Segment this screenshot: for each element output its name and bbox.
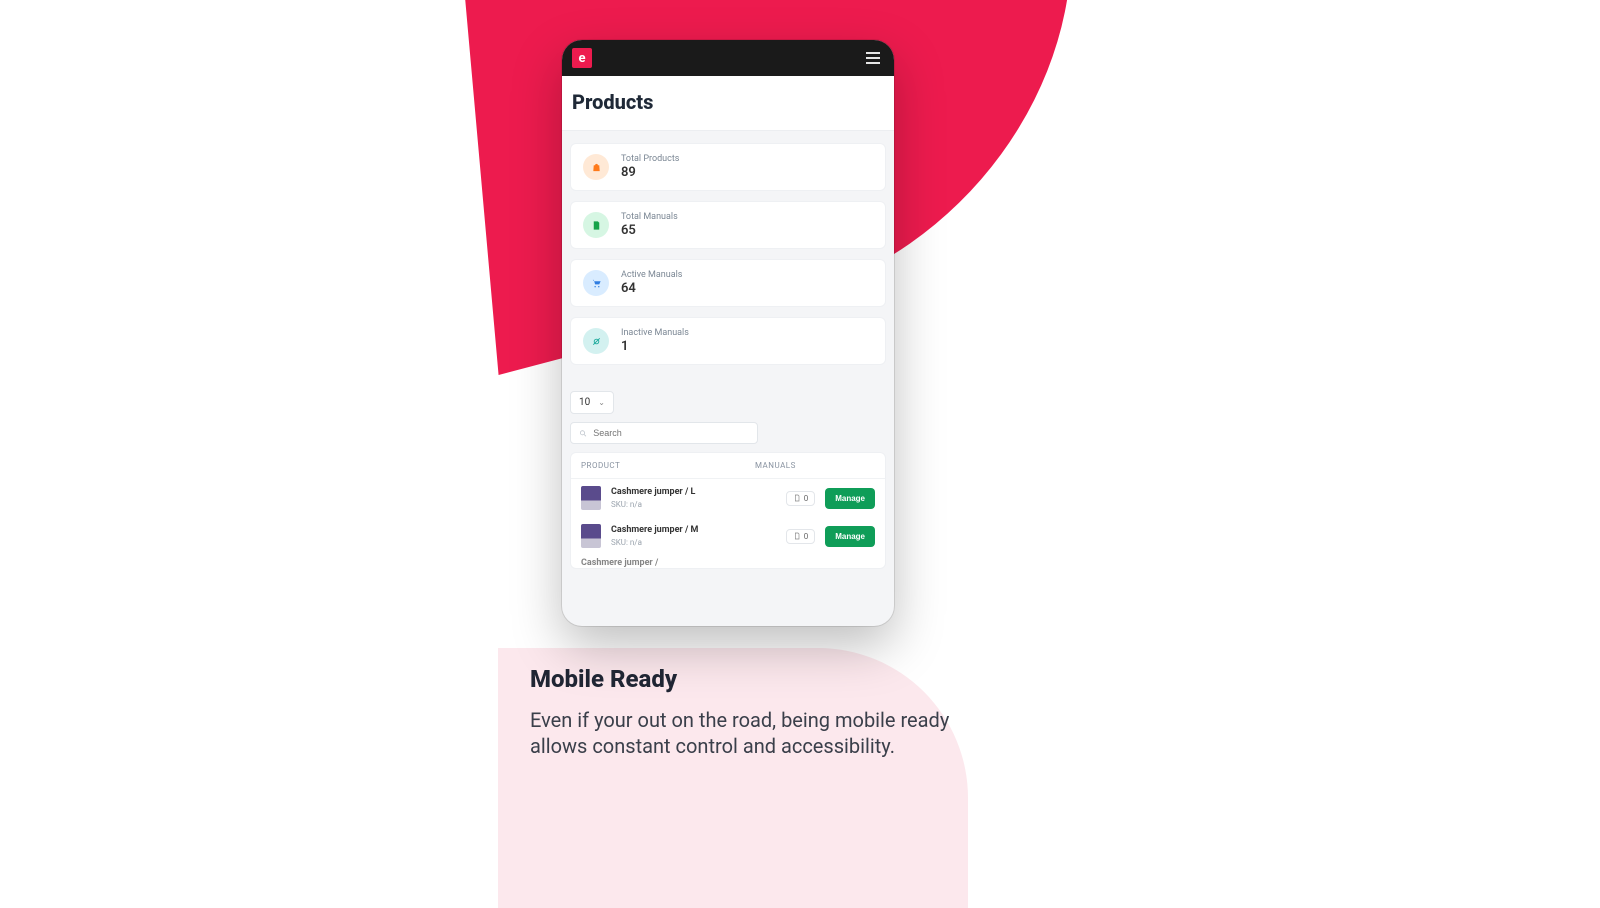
per-page-value: 10 — [579, 397, 590, 408]
manage-button[interactable]: Manage — [825, 526, 875, 547]
products-table: PRODUCT MANUALS Cashmere jumper / L SKU:… — [570, 452, 886, 569]
stat-active-manuals: Active Manuals 64 — [570, 259, 886, 307]
product-thumbnail — [581, 486, 601, 510]
manuals-count-badge: 0 — [786, 491, 816, 506]
product-name: Cashmere jumper / — [581, 558, 875, 568]
table-controls: 10 ⌄ — [570, 391, 886, 444]
marketing-block: Mobile Ready Even if your out on the roa… — [530, 665, 950, 760]
phone-frame: e Products Total Products 89 Total Manua… — [562, 40, 894, 626]
page-title: Products — [572, 90, 884, 114]
stat-label: Active Manuals — [621, 270, 682, 280]
product-sku: SKU: n/a — [611, 500, 776, 509]
marketing-body: Even if your out on the road, being mobi… — [530, 707, 950, 760]
search-icon — [579, 429, 587, 438]
stat-value: 65 — [621, 223, 678, 238]
manage-button[interactable]: Manage — [825, 488, 875, 509]
chevron-down-icon: ⌄ — [598, 398, 605, 407]
app-logo[interactable]: e — [572, 48, 592, 68]
stat-total-products: Total Products 89 — [570, 143, 886, 191]
col-manuals: MANUALS — [755, 461, 875, 470]
hamburger-menu-icon[interactable] — [862, 48, 884, 68]
page-header: Products — [562, 76, 894, 131]
cart-icon — [583, 270, 609, 296]
stat-value: 1 — [621, 339, 689, 354]
stat-total-manuals: Total Manuals 65 — [570, 201, 886, 249]
table-row-partial: Cashmere jumper / — [571, 555, 885, 568]
stat-value: 89 — [621, 165, 679, 180]
file-icon — [793, 494, 801, 502]
per-page-select[interactable]: 10 ⌄ — [570, 391, 614, 414]
product-name: Cashmere jumper / M — [611, 525, 701, 537]
table-row: Cashmere jumper / M SKU: n/a 0 Manage — [571, 517, 885, 555]
manuals-count-badge: 0 — [786, 529, 816, 544]
stat-inactive-manuals: Inactive Manuals 1 — [570, 317, 886, 365]
hidden-icon — [583, 328, 609, 354]
topbar: e — [562, 40, 894, 76]
page-content: Total Products 89 Total Manuals 65 Activ… — [562, 131, 894, 581]
file-icon — [793, 532, 801, 540]
table-header: PRODUCT MANUALS — [571, 453, 885, 479]
marketing-title: Mobile Ready — [530, 665, 950, 693]
product-sku: SKU: n/a — [611, 538, 776, 547]
stat-value: 64 — [621, 281, 682, 296]
stat-label: Inactive Manuals — [621, 328, 689, 338]
col-product: PRODUCT — [581, 461, 755, 470]
stat-label: Total Products — [621, 154, 679, 164]
product-thumbnail — [581, 524, 601, 548]
doc-icon — [583, 212, 609, 238]
bag-icon — [583, 154, 609, 180]
table-row: Cashmere jumper / L SKU: n/a 0 Manage — [571, 479, 885, 517]
product-name: Cashmere jumper / L — [611, 487, 701, 499]
search-box[interactable] — [570, 422, 758, 444]
search-input[interactable] — [593, 428, 749, 438]
stat-label: Total Manuals — [621, 212, 678, 222]
